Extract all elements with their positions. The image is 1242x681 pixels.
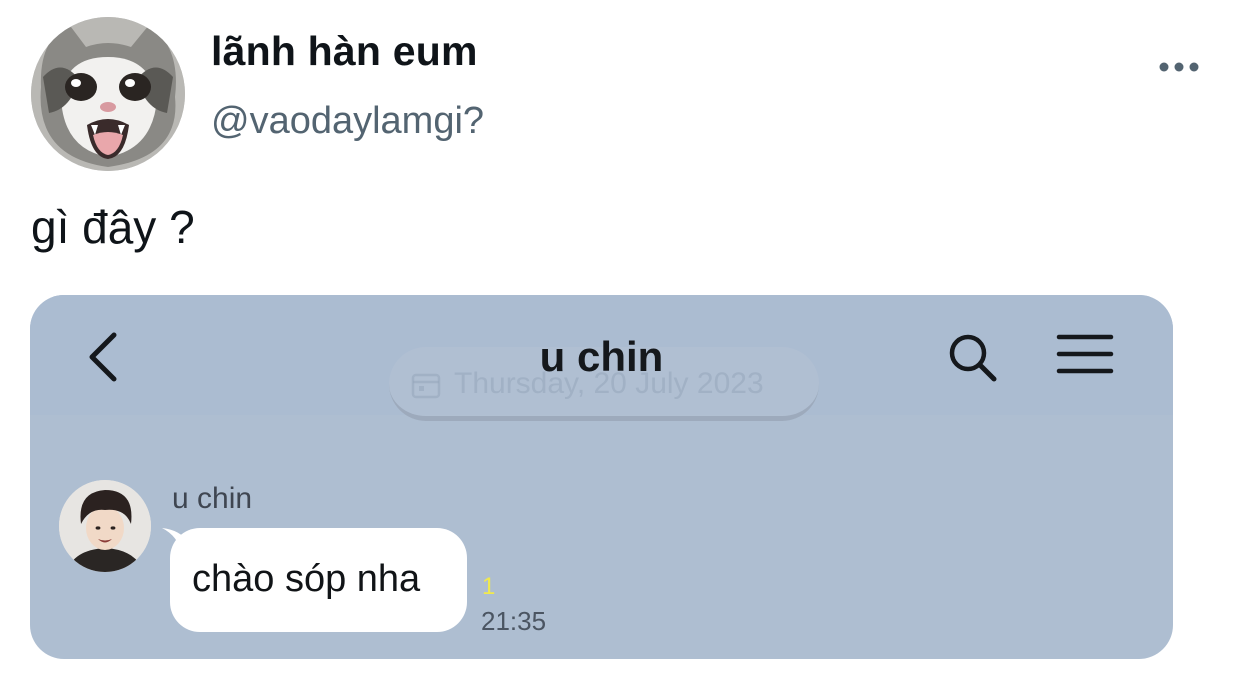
user-handle[interactable]: @vaodaylamgi? [211, 100, 484, 143]
sender-photo [59, 480, 151, 572]
unread-count: 1 [482, 573, 496, 600]
more-options-icon[interactable] [1150, 52, 1206, 82]
search-icon[interactable] [944, 329, 1002, 387]
attached-chat-screenshot[interactable]: Thursday, 20 July 2023 u chin u chin chà… [30, 295, 1173, 659]
crying-cat-image [31, 17, 185, 171]
tweet-text: gì đây ? [31, 201, 195, 253]
hamburger-menu-icon[interactable] [1056, 333, 1114, 377]
message-bubble[interactable]: chào sóp nha [170, 528, 467, 632]
sender-name: u chin [172, 482, 253, 515]
message-text: chào sóp nha [192, 558, 421, 600]
sender-avatar[interactable] [59, 480, 151, 572]
profile-avatar[interactable] [31, 17, 185, 171]
message-time: 21:35 [481, 606, 547, 636]
display-name[interactable]: lãnh hàn eum [211, 28, 478, 75]
